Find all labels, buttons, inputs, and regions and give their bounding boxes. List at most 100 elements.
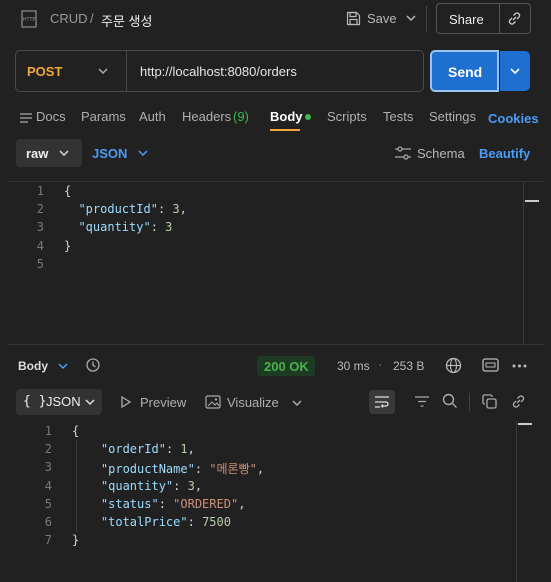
line-number: 2 <box>44 442 52 457</box>
line-number: 5 <box>44 496 52 511</box>
code-line: "orderId": 1, <box>72 442 195 456</box>
code-token: : <box>158 496 174 511</box>
code-token: 1 <box>180 442 188 457</box>
response-format-select[interactable]: { } JSON <box>16 389 102 415</box>
code-token: "quantity" <box>78 220 151 235</box>
tab-body[interactable]: Body <box>270 109 303 124</box>
share-divider <box>499 4 500 33</box>
tab-settings[interactable]: Settings <box>429 109 476 124</box>
tab-headers[interactable]: Headers <box>182 109 231 124</box>
save-label: Save <box>367 11 397 26</box>
wrap-lines-icon <box>374 395 390 409</box>
code-token: 3 <box>187 478 195 493</box>
search-icon[interactable] <box>442 393 458 409</box>
line-number: 6 <box>44 515 52 529</box>
tab-docs[interactable]: Docs <box>36 109 66 124</box>
wrap-lines-button[interactable] <box>369 390 395 414</box>
code-line: "status": "ORDERED", <box>72 496 246 511</box>
preview-play-icon <box>121 396 131 408</box>
response-time: 30 ms <box>337 359 370 373</box>
history-icon[interactable] <box>85 357 101 373</box>
code-token: "ORDERED" <box>173 496 239 511</box>
code-token: { <box>72 424 80 438</box>
response-section-label[interactable]: Body <box>18 359 48 373</box>
line-number: 3 <box>36 220 44 235</box>
share-button-group: Share <box>436 3 531 34</box>
request-bar: POST http://localhost:8080/orders <box>15 50 424 92</box>
code-token: , <box>238 496 246 511</box>
code-token: 3 <box>172 202 180 217</box>
response-format-chevron-icon <box>84 397 96 407</box>
headers-count: (9) <box>233 109 249 124</box>
cookies-link[interactable]: Cookies <box>488 111 539 126</box>
tab-scripts[interactable]: Scripts <box>327 109 367 124</box>
tab-params[interactable]: Params <box>81 109 126 124</box>
breadcrumb-separator: / <box>90 11 94 26</box>
line-number: 7 <box>44 533 52 548</box>
body-active-dot <box>305 114 311 120</box>
schema-button[interactable]: Schema <box>417 146 465 161</box>
filter-icon[interactable] <box>414 395 430 408</box>
code-token: "totalPrice" <box>100 515 188 529</box>
tab-auth[interactable]: Auth <box>139 109 166 124</box>
code-line: { <box>72 424 79 438</box>
send-button[interactable]: Send <box>430 50 499 92</box>
body-mode-select[interactable]: raw <box>16 139 82 167</box>
response-scrollbar[interactable] <box>516 421 517 582</box>
visualize-chevron-icon[interactable] <box>291 398 303 408</box>
save-dropdown-chevron-icon[interactable] <box>405 13 417 23</box>
code-token: 3 <box>165 220 173 235</box>
request-editor-scrollbar[interactable] <box>523 182 524 344</box>
breadcrumb-parent[interactable]: CRUD <box>50 11 88 26</box>
send-label: Send <box>448 64 483 80</box>
json-braces-icon: { } <box>23 394 47 409</box>
response-scroll-marker <box>518 423 532 425</box>
code-token: : <box>173 478 188 493</box>
line-number: 2 <box>36 202 44 217</box>
copy-link-response-icon[interactable] <box>511 394 526 409</box>
visualize-button[interactable]: Visualize <box>227 395 279 410</box>
status-text: 200 OK <box>264 359 309 374</box>
code-token: : <box>150 220 166 235</box>
network-globe-icon[interactable] <box>445 357 462 374</box>
code-token: : <box>165 442 181 457</box>
save-button[interactable]: Save <box>344 7 404 31</box>
body-tab-underline <box>270 129 300 131</box>
method-chevron-icon[interactable] <box>97 66 109 76</box>
line-number: 5 <box>36 256 44 271</box>
toolbar-divider <box>426 6 427 32</box>
beautify-button[interactable]: Beautify <box>479 146 530 161</box>
svg-text:HTTP: HTTP <box>23 17 36 23</box>
copy-link-icon[interactable] <box>507 11 522 26</box>
share-button[interactable]: Share <box>449 12 484 27</box>
response-indent-guide <box>76 440 77 532</box>
save-response-icon[interactable] <box>482 358 499 372</box>
more-options-icon[interactable] <box>512 364 527 368</box>
code-token: : <box>187 515 203 529</box>
code-token: "productId" <box>78 202 158 217</box>
tab-tests[interactable]: Tests <box>383 109 413 124</box>
code-token: : <box>157 202 173 217</box>
code-token: , <box>187 442 195 457</box>
http-request-icon: HTTP <box>20 9 38 29</box>
docs-icon <box>20 113 32 123</box>
body-format-chevron-icon[interactable] <box>137 148 149 158</box>
request-title[interactable]: 주문 생성 <box>101 11 152 30</box>
code-line: } <box>72 533 79 547</box>
method-select[interactable]: POST <box>27 64 62 79</box>
url-input[interactable]: http://localhost:8080/orders <box>140 64 297 79</box>
code-token: "orderId" <box>100 442 166 457</box>
line-number: 3 <box>44 460 52 475</box>
body-format-select[interactable]: JSON <box>92 146 127 161</box>
copy-icon[interactable] <box>482 394 498 410</box>
preview-button[interactable]: Preview <box>140 395 186 410</box>
body-mode-chevron-icon <box>58 148 70 158</box>
visualize-icon <box>205 395 221 409</box>
line-number: 4 <box>44 478 52 493</box>
response-section-chevron-icon[interactable] <box>57 361 69 371</box>
code-line: "quantity": 3 <box>64 220 172 234</box>
code-line: "productName": "메론빵", <box>72 460 264 477</box>
send-options-chevron-icon[interactable] <box>500 51 530 91</box>
